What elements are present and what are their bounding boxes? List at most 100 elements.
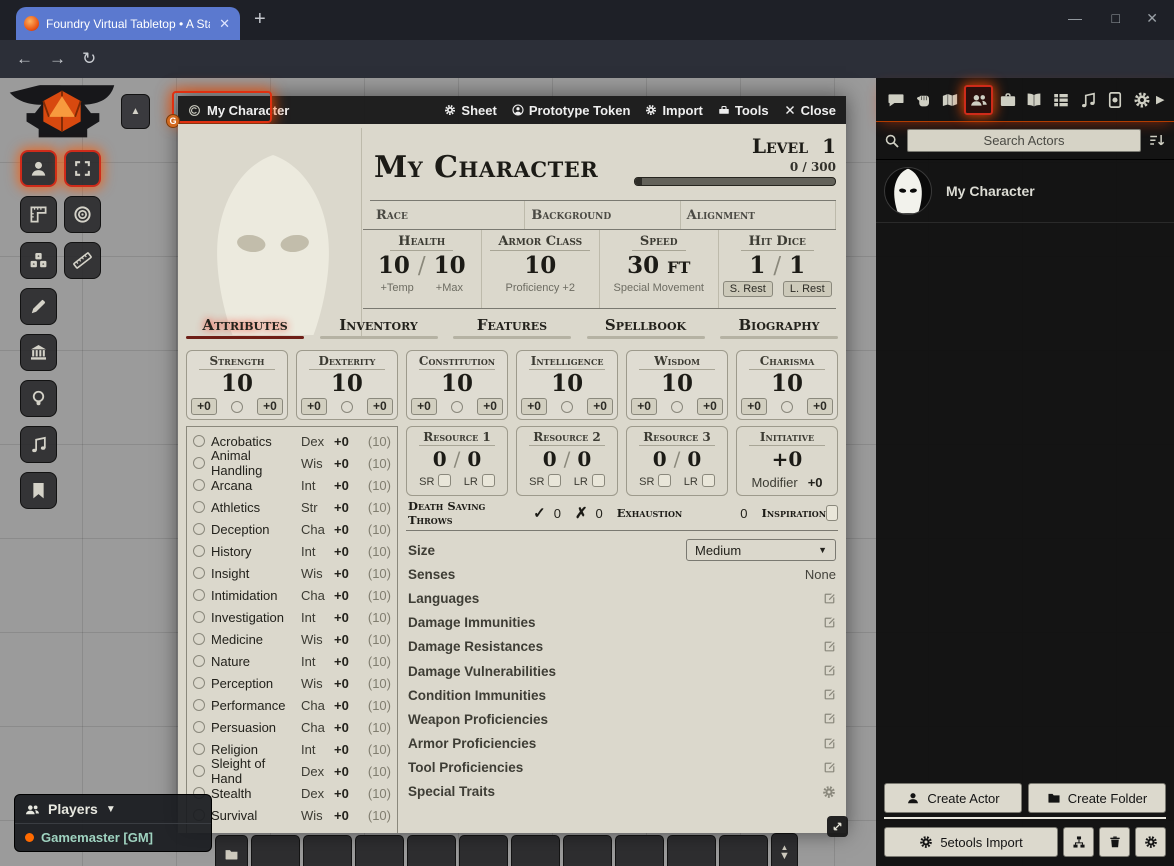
forward-icon[interactable]: → bbox=[49, 49, 66, 69]
character-portrait[interactable] bbox=[184, 128, 362, 338]
ability-save-mod[interactable]: +0 bbox=[741, 398, 767, 415]
proficiency-toggle[interactable] bbox=[561, 401, 573, 413]
skill-proficiency-toggle[interactable] bbox=[193, 457, 205, 469]
ability-save-mod[interactable]: +0 bbox=[411, 398, 437, 415]
macro-folder-button[interactable] bbox=[215, 835, 248, 866]
sidebar-tab[interactable] bbox=[995, 85, 1020, 115]
create-folder-button[interactable]: Create Folder bbox=[1028, 783, 1166, 813]
sheet-tab[interactable]: Inventory bbox=[320, 316, 438, 342]
proficiency-toggle[interactable] bbox=[781, 401, 793, 413]
scene-control-button[interactable] bbox=[20, 472, 57, 509]
sidebar-tab[interactable] bbox=[964, 85, 993, 115]
actor-list-item[interactable]: My Character bbox=[876, 160, 1174, 223]
skill-proficiency-toggle[interactable] bbox=[193, 743, 205, 755]
skill-name[interactable]: Investigation bbox=[211, 610, 295, 625]
skill-row[interactable]: Persuasion Cha +0 (10) bbox=[193, 716, 391, 738]
skill-row[interactable]: Nature Int +0 (10) bbox=[193, 650, 391, 672]
long-rest-recover[interactable]: LR bbox=[684, 474, 715, 488]
death-success-icon[interactable]: ✓ bbox=[533, 504, 546, 522]
skill-proficiency-toggle[interactable] bbox=[193, 479, 205, 491]
macro-slot[interactable] bbox=[303, 835, 352, 866]
scene-control-button[interactable] bbox=[20, 196, 57, 233]
edit-trait-icon[interactable] bbox=[823, 736, 836, 751]
skill-proficiency-toggle[interactable] bbox=[193, 589, 205, 601]
5etools-import-button[interactable]: 5etools Import bbox=[884, 827, 1058, 857]
ability-mod[interactable]: +0 bbox=[477, 398, 503, 415]
edit-trait-icon[interactable] bbox=[823, 664, 836, 679]
skill-proficiency-toggle[interactable] bbox=[193, 655, 205, 667]
sheet-tab[interactable]: Features bbox=[453, 316, 571, 342]
skill-name[interactable]: Medicine bbox=[211, 632, 295, 647]
ability-mod[interactable]: +0 bbox=[807, 398, 833, 415]
skill-row[interactable]: Athletics Str +0 (10) bbox=[193, 496, 391, 518]
skill-name[interactable]: Intimidation bbox=[211, 588, 295, 603]
skill-row[interactable]: Medicine Wis +0 (10) bbox=[193, 628, 391, 650]
skill-row[interactable]: History Int +0 (10) bbox=[193, 540, 391, 562]
window-maximize-button[interactable]: □ bbox=[1112, 10, 1120, 26]
skill-proficiency-toggle[interactable] bbox=[193, 699, 205, 711]
controls-collapse-button[interactable]: ▲ bbox=[121, 94, 150, 129]
skill-row[interactable]: Insight Wis +0 (10) bbox=[193, 562, 391, 584]
ability-mod[interactable]: +0 bbox=[367, 398, 393, 415]
exhaustion-value[interactable]: 0 bbox=[740, 506, 747, 521]
skill-row[interactable]: Intimidation Cha +0 (10) bbox=[193, 584, 391, 606]
edit-trait-icon[interactable] bbox=[823, 639, 836, 654]
macro-slot[interactable] bbox=[563, 835, 612, 866]
death-failure-count[interactable]: 0 bbox=[596, 506, 603, 521]
long-rest-recover[interactable]: LR bbox=[574, 474, 605, 488]
sidebar-tab[interactable] bbox=[1129, 85, 1154, 115]
lr-checkbox[interactable] bbox=[482, 474, 495, 487]
scene-control-button[interactable] bbox=[20, 334, 57, 371]
sr-checkbox[interactable] bbox=[438, 474, 451, 487]
skill-name[interactable]: Religion bbox=[211, 742, 295, 757]
back-icon[interactable]: ← bbox=[16, 49, 33, 69]
scene-control-button[interactable] bbox=[20, 380, 57, 417]
sr-checkbox[interactable] bbox=[548, 474, 561, 487]
sheet-tab[interactable]: Attributes bbox=[186, 316, 304, 342]
skill-name[interactable]: Stealth bbox=[211, 786, 295, 801]
edit-trait-icon[interactable] bbox=[823, 615, 836, 630]
tab-close-icon[interactable]: ✕ bbox=[217, 16, 232, 32]
skill-row[interactable]: Perception Wis +0 (10) bbox=[193, 672, 391, 694]
sidebar-tab[interactable] bbox=[1022, 85, 1047, 115]
xp-value[interactable]: 0 / 300 bbox=[790, 160, 836, 174]
ability-score[interactable]: 10 bbox=[631, 371, 723, 397]
skill-proficiency-toggle[interactable] bbox=[193, 545, 205, 557]
skill-proficiency-toggle[interactable] bbox=[193, 633, 205, 645]
senses-value[interactable]: None bbox=[805, 567, 836, 582]
skill-row[interactable]: Performance Cha +0 (10) bbox=[193, 694, 391, 716]
skill-proficiency-toggle[interactable] bbox=[193, 611, 205, 623]
skill-row[interactable]: Stealth Dex +0 (10) bbox=[193, 782, 391, 804]
macro-slot[interactable] bbox=[355, 835, 404, 866]
death-failure-icon[interactable]: ✗ bbox=[575, 504, 588, 522]
configure-special-traits-icon[interactable] bbox=[822, 784, 836, 800]
sidebar-tab[interactable] bbox=[911, 85, 936, 115]
ability-save-mod[interactable]: +0 bbox=[521, 398, 547, 415]
scene-control-button[interactable] bbox=[20, 288, 57, 325]
sidebar-tab[interactable] bbox=[938, 85, 963, 115]
scene-tool-button[interactable] bbox=[64, 150, 101, 187]
speed-value[interactable]: 30 ft bbox=[627, 253, 690, 279]
skill-name[interactable]: Performance bbox=[211, 698, 295, 713]
skill-name[interactable]: Arcana bbox=[211, 478, 295, 493]
skill-proficiency-toggle[interactable] bbox=[193, 765, 205, 777]
settings-gears-button[interactable] bbox=[1135, 827, 1166, 857]
ability-score[interactable]: 10 bbox=[301, 371, 393, 397]
window-header-button[interactable]: Close bbox=[784, 103, 836, 118]
scene-control-button[interactable] bbox=[20, 242, 57, 279]
ability-name[interactable]: Strength bbox=[199, 354, 275, 370]
initiative-value[interactable]: +0 bbox=[743, 448, 831, 471]
ability-save-mod[interactable]: +0 bbox=[191, 398, 217, 415]
proficiency-toggle[interactable] bbox=[231, 401, 243, 413]
short-rest-recover[interactable]: SR bbox=[529, 474, 561, 488]
proficiency-toggle[interactable] bbox=[671, 401, 683, 413]
players-header[interactable]: Players ▼ bbox=[15, 795, 211, 824]
special-movement-link[interactable]: Special Movement bbox=[614, 282, 705, 294]
resource-label[interactable]: Resource 1 bbox=[419, 430, 495, 446]
character-field[interactable]: Alignment bbox=[681, 201, 836, 229]
hit-dice-value[interactable]: 1 / 1 bbox=[749, 253, 805, 279]
sidebar-tab[interactable] bbox=[1076, 85, 1101, 115]
lr-checkbox[interactable] bbox=[702, 474, 715, 487]
ability-name[interactable]: Wisdom bbox=[639, 354, 715, 370]
delete-button[interactable] bbox=[1099, 827, 1130, 857]
